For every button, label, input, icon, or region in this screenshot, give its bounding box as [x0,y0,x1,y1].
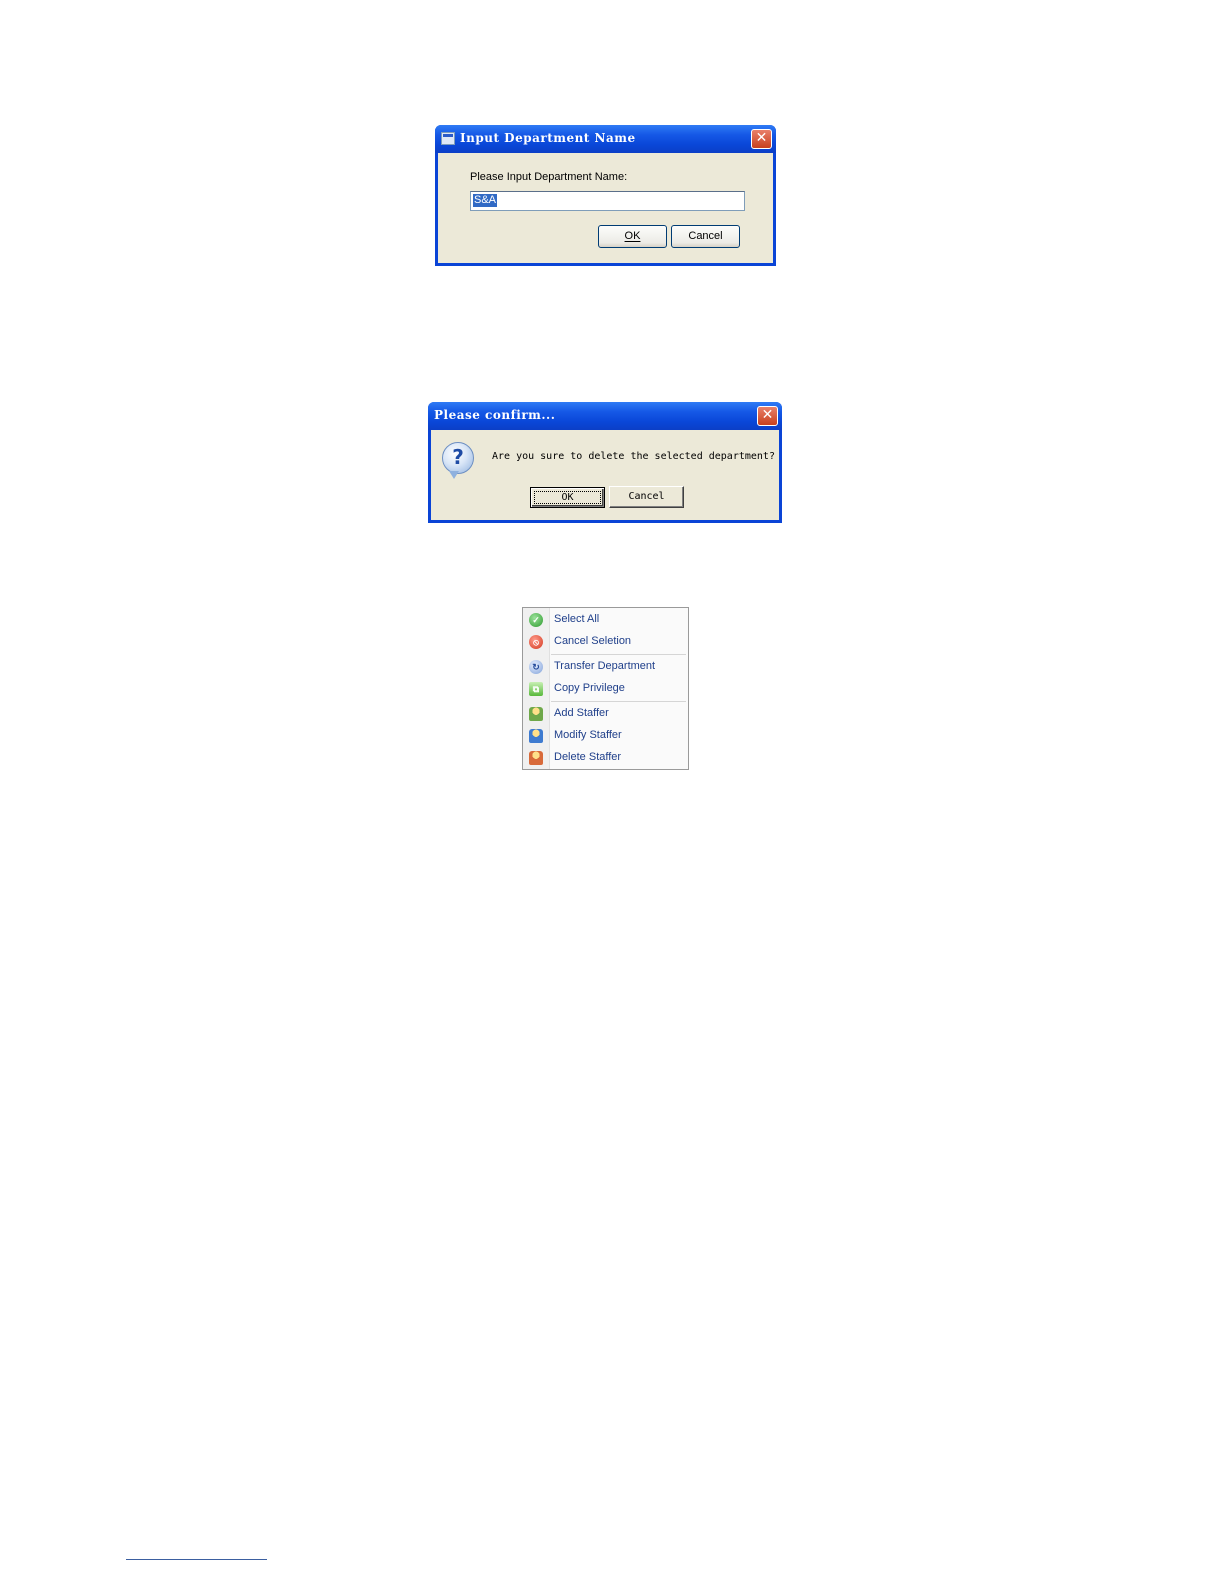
dialog-titlebar[interactable]: Please confirm... ✕ [428,402,782,430]
confirm-dialog: Please confirm... ✕ ? Are you sure to de… [428,402,782,523]
input-department-dialog: Input Department Name ✕ Please Input Dep… [435,125,776,266]
menu-item-label: Copy Privilege [554,682,625,694]
menu-separator [551,654,686,655]
ok-button[interactable]: OK [530,487,605,508]
delete-user-icon [529,751,543,765]
check-icon: ✓ [529,613,543,627]
question-icon: ? [442,442,474,479]
menu-item-select-all[interactable]: ✓ Select All [523,609,688,631]
add-user-icon [529,707,543,721]
menu-item-label: Cancel Seletion [554,635,632,647]
cancel-button[interactable]: Cancel [609,486,684,508]
menu-item-label: Modify Staffer [554,729,622,741]
edit-user-icon [529,729,543,743]
menu-item-copy-privilege[interactable]: ⧉ Copy Privilege [523,678,688,700]
menu-item-label: Select All [554,613,600,625]
cancel-button-label: Cancel [628,491,665,502]
menu-item-label: Add Staffer [554,707,609,719]
menu-item-add-staffer[interactable]: Add Staffer [523,703,688,725]
ok-button-label: OK [624,230,641,242]
focus-rect [534,491,601,504]
menu-item-label: Delete Staffer [554,751,622,763]
close-button[interactable]: ✕ [757,406,778,426]
context-menu: ✓ Select All ⦸ Cancel Seletion ↻ Transfe… [522,607,689,770]
menu-item-modify-staffer[interactable]: Modify Staffer [523,725,688,747]
menu-item-transfer-department[interactable]: ↻ Transfer Department [523,656,688,678]
department-name-input[interactable]: S&A [470,191,745,211]
dialog-body: Please Input Department Name: S&A OK Can… [438,153,773,263]
department-name-value: S&A [473,194,498,207]
dialog-title: Input Department Name [460,131,636,145]
close-button[interactable]: ✕ [751,129,772,149]
menu-separator [551,701,686,702]
menu-item-delete-staffer[interactable]: Delete Staffer [523,747,688,769]
cancel-button-label: Cancel [688,230,723,242]
confirm-message: Are you sure to delete the selected depa… [492,451,775,462]
ok-button[interactable]: OK [598,225,667,248]
copy-icon: ⧉ [529,682,543,696]
dialog-titlebar[interactable]: Input Department Name ✕ [435,125,776,153]
dialog-title: Please confirm... [434,408,556,422]
dialog-body: ? Are you sure to delete the selected de… [431,430,779,520]
cancel-icon: ⦸ [529,635,543,649]
cancel-button[interactable]: Cancel [671,225,740,248]
menu-item-label: Transfer Department [554,660,656,672]
footnote-rule [126,1559,267,1560]
transfer-icon: ↻ [529,660,543,674]
prompt-label: Please Input Department Name: [470,171,628,183]
app-icon [441,132,455,145]
menu-item-cancel-selection[interactable]: ⦸ Cancel Seletion [523,631,688,653]
